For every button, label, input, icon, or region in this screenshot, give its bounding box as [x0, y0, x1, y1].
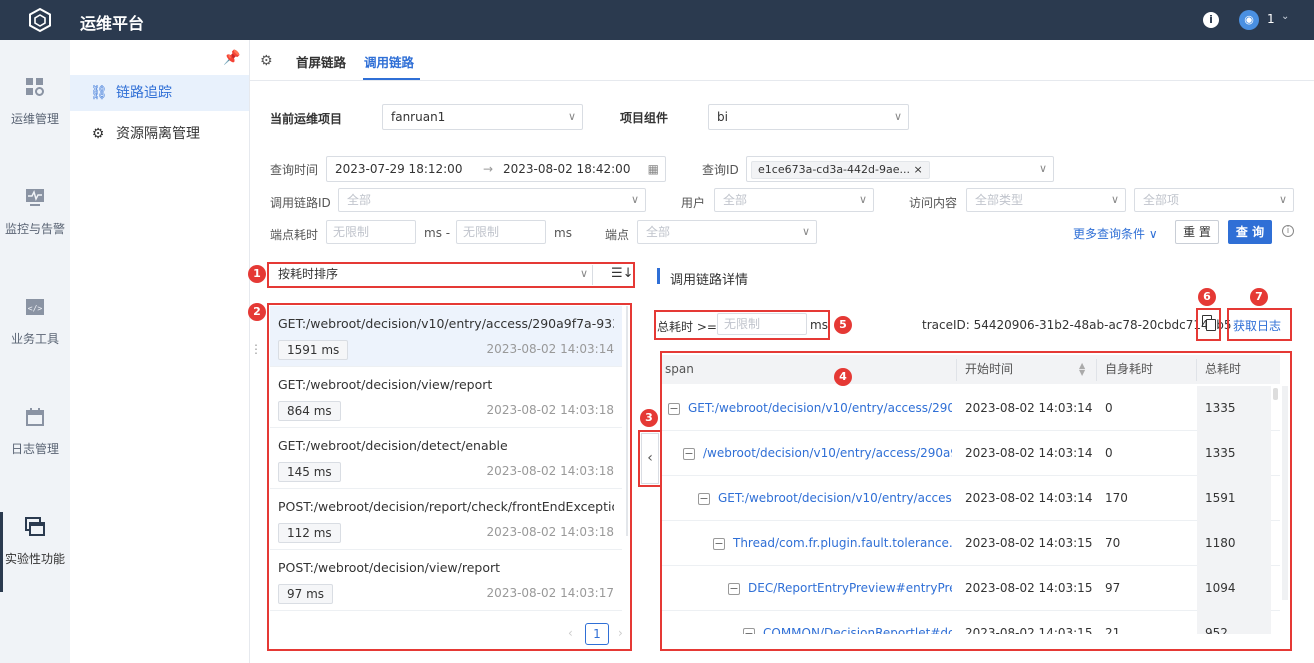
annotation-badge: 3 — [640, 409, 658, 427]
annotation-box-total-time — [654, 310, 830, 340]
annotation-box-copy — [1196, 308, 1221, 341]
annotation-badge: 4 — [834, 368, 852, 386]
annotation-box-collapse — [638, 430, 662, 487]
annotation-box-table — [660, 351, 1292, 651]
annotation-box-list — [267, 303, 632, 651]
annotation-box-get-log — [1227, 308, 1292, 341]
annotation-badge: 5 — [834, 316, 852, 334]
annotation-box-sort — [267, 262, 635, 288]
annotation-badge: 7 — [1250, 288, 1268, 306]
annotation-badge: 2 — [248, 303, 266, 321]
annotation-badge: 6 — [1198, 288, 1216, 306]
annotation-badge: 1 — [248, 265, 266, 283]
